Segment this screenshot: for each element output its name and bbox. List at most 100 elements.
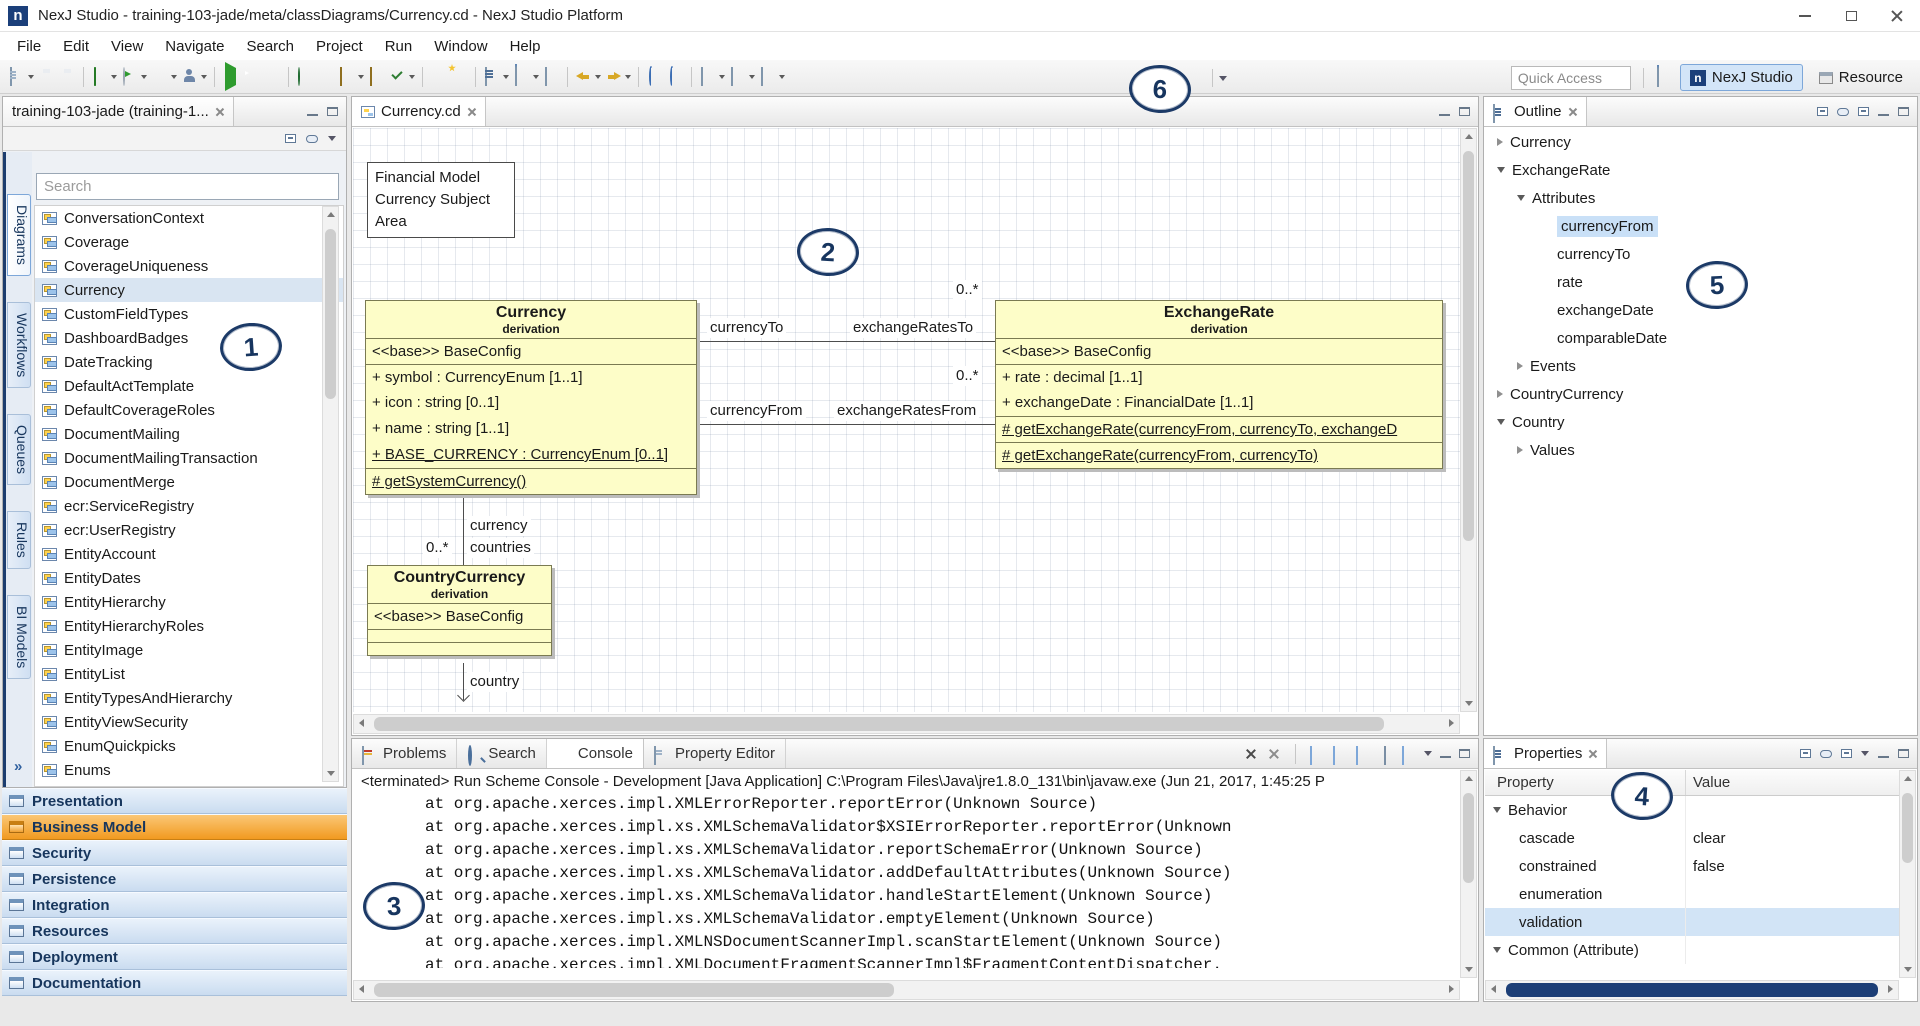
- class-attribute[interactable]: + name : string [1..1]: [366, 416, 696, 442]
- section-documentation[interactable]: Documentation: [2, 970, 347, 996]
- list-item[interactable]: ecr:ServiceRegistry: [35, 494, 343, 518]
- list-item[interactable]: EnumQuickpicks: [35, 734, 343, 758]
- multiplicity-countries[interactable]: 0..*: [423, 538, 452, 558]
- expanded-icon[interactable]: [1517, 195, 1525, 201]
- role-label-currency-from[interactable]: currencyFrom: [707, 401, 806, 421]
- redo-button[interactable]: [665, 64, 686, 90]
- undo-button[interactable]: [644, 64, 665, 90]
- menu-project[interactable]: Project: [305, 35, 374, 58]
- class-attribute[interactable]: + exchangeDate : FinancialDate [1..1]: [996, 390, 1442, 416]
- tree-node-country-currency[interactable]: CountryCurrency: [1485, 380, 1916, 408]
- scroll-right-icon[interactable]: [1888, 985, 1893, 993]
- tree-node-currency[interactable]: Currency: [1485, 128, 1916, 156]
- user-button[interactable]: [179, 64, 209, 90]
- tree-layout-button[interactable]: [697, 64, 727, 90]
- collapse-all-icon[interactable]: [285, 134, 296, 143]
- expanded-icon[interactable]: [1493, 947, 1501, 953]
- perspective-nexj-studio[interactable]: n NexJ Studio: [1680, 64, 1803, 91]
- layer-tab-diagrams[interactable]: Diagrams: [7, 194, 31, 276]
- section-presentation[interactable]: Presentation: [2, 788, 347, 814]
- collapsed-icon[interactable]: [1517, 362, 1523, 370]
- expanded-icon[interactable]: [1493, 807, 1501, 813]
- sort-icon[interactable]: [1858, 107, 1869, 116]
- property-row-constrained[interactable]: constrained false: [1485, 852, 1899, 880]
- maximize-view-icon[interactable]: [1898, 107, 1909, 116]
- tree-node-currency-from-selected[interactable]: currencyFrom: [1485, 212, 1916, 240]
- menu-help[interactable]: Help: [499, 35, 552, 58]
- word-wrap-icon[interactable]: [1356, 746, 1358, 765]
- menu-window[interactable]: Window: [423, 35, 498, 58]
- query-button[interactable]: [428, 64, 449, 90]
- diagram-note[interactable]: Financial Model Currency Subject Area: [367, 162, 515, 238]
- scroll-down-icon[interactable]: [1465, 701, 1473, 706]
- collapsed-icon[interactable]: [1497, 138, 1503, 146]
- back-button[interactable]: [573, 64, 603, 90]
- perspective-resource[interactable]: Resource: [1810, 64, 1912, 91]
- menu-view[interactable]: View: [100, 35, 154, 58]
- layer-tab-queues[interactable]: Queues: [7, 414, 31, 485]
- properties-vertical-scrollbar[interactable]: [1899, 770, 1916, 978]
- scroll-left-icon[interactable]: [1491, 985, 1496, 993]
- window-view-button[interactable]: [511, 64, 541, 90]
- tab-search[interactable]: Search: [457, 739, 547, 768]
- tree-node-events[interactable]: Events: [1485, 352, 1916, 380]
- tab-problems[interactable]: Problems: [352, 739, 457, 768]
- compare-layout-button[interactable]: [757, 64, 787, 90]
- layer-tab-bi-models[interactable]: BI Models: [7, 595, 31, 679]
- role-label-currency-to[interactable]: currencyTo: [707, 318, 786, 338]
- diagram-canvas[interactable]: Financial Model Currency Subject Area cu…: [353, 128, 1460, 712]
- clear-console-icon[interactable]: [1310, 746, 1312, 765]
- stop-button[interactable]: [262, 64, 283, 90]
- scroll-down-icon[interactable]: [1465, 967, 1473, 972]
- maximize-button[interactable]: [1828, 0, 1874, 31]
- section-security[interactable]: Security: [2, 840, 347, 866]
- list-item-currency-selected[interactable]: Currency: [35, 278, 343, 302]
- list-item[interactable]: EntityHierarchy: [35, 590, 343, 614]
- explorer-tab[interactable]: training-103-jade (training-1...: [3, 97, 234, 126]
- display-console-icon[interactable]: [1402, 746, 1404, 765]
- class-base[interactable]: <<base>> BaseConfig: [996, 338, 1442, 364]
- close-tab-icon[interactable]: [1568, 107, 1577, 116]
- console-horizontal-scrollbar[interactable]: [353, 980, 1460, 1000]
- close-tab-icon[interactable]: [467, 107, 476, 116]
- validate-button[interactable]: [387, 64, 417, 90]
- section-integration[interactable]: Integration: [2, 892, 347, 918]
- class-base[interactable]: <<base>> BaseConfig: [366, 338, 696, 364]
- class-operation[interactable]: # getExchangeRate(currencyFrom, currency…: [996, 442, 1442, 468]
- scheme-console-button[interactable]: [241, 64, 262, 90]
- list-item[interactable]: EntityAccount: [35, 542, 343, 566]
- class-static-attribute[interactable]: + BASE_CURRENCY : CurrencyEnum [0..1]: [366, 442, 696, 468]
- role-label-exchange-rates-to[interactable]: exchangeRatesTo: [850, 318, 976, 338]
- view-menu-icon[interactable]: [328, 136, 336, 141]
- maximize-view-icon[interactable]: [327, 107, 338, 116]
- scroll-down-icon[interactable]: [1904, 967, 1912, 972]
- open-perspective-icon[interactable]: [1657, 65, 1659, 87]
- property-value[interactable]: clear: [1685, 824, 1899, 852]
- scroll-right-icon[interactable]: [1449, 719, 1454, 727]
- class-box-exchange-rate[interactable]: ExchangeRate derivation <<base>> BaseCon…: [995, 300, 1443, 469]
- list-item[interactable]: EntityList: [35, 662, 343, 686]
- remove-launch-icon[interactable]: [1244, 747, 1259, 760]
- menu-navigate[interactable]: Navigate: [154, 35, 235, 58]
- toolbar-overflow[interactable]: [1212, 69, 1227, 87]
- list-item[interactable]: Enums: [35, 758, 343, 782]
- package-button[interactable]: [366, 64, 387, 90]
- expanded-icon[interactable]: [1497, 419, 1505, 425]
- tree-node-values[interactable]: Values: [1485, 436, 1916, 464]
- scrollbar-thumb[interactable]: [374, 717, 1384, 731]
- scroll-up-icon[interactable]: [327, 212, 335, 217]
- quick-access-input[interactable]: [1511, 66, 1631, 90]
- minimize-view-icon[interactable]: [307, 107, 318, 116]
- list-item[interactable]: ConversationContext: [35, 206, 343, 230]
- close-tab-icon[interactable]: [215, 107, 224, 116]
- list-item[interactable]: DocumentMerge: [35, 470, 343, 494]
- scrollbar-thumb[interactable]: [1902, 793, 1913, 863]
- role-label-currency[interactable]: currency: [467, 516, 531, 536]
- open-console-menu-icon[interactable]: [1424, 751, 1432, 756]
- scroll-left-icon[interactable]: [359, 719, 364, 727]
- expanded-icon[interactable]: [1497, 167, 1505, 173]
- tab-property-editor[interactable]: Property Editor: [644, 739, 786, 768]
- section-resources[interactable]: Resources: [2, 918, 347, 944]
- minimize-view-icon[interactable]: [1878, 749, 1889, 758]
- maximize-view-icon[interactable]: [1898, 749, 1909, 758]
